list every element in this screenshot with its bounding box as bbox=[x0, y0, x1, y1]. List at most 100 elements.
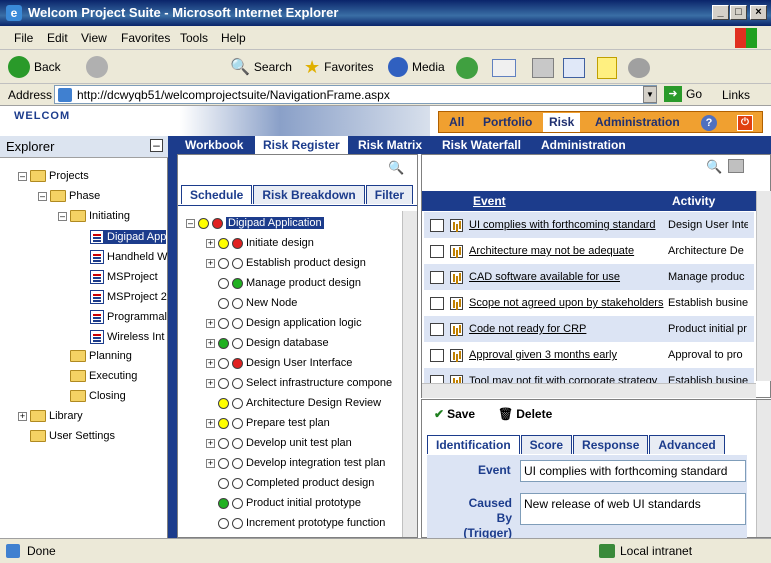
schedule-root[interactable]: – Digipad Application bbox=[186, 213, 324, 233]
edit-icon[interactable] bbox=[563, 58, 585, 78]
go-button[interactable]: ➜ Go bbox=[664, 86, 702, 102]
tree-msproject2[interactable]: MSProject 2 bbox=[90, 290, 167, 304]
tree-wireless[interactable]: Wireless Int bbox=[90, 330, 164, 344]
collapse-button[interactable]: – bbox=[150, 139, 163, 152]
risk-row[interactable]: Scope not agreed upon by stakeholders Est… bbox=[424, 290, 754, 316]
tree-projects[interactable]: – Projects bbox=[18, 170, 89, 182]
menu-help[interactable]: Help bbox=[221, 31, 246, 45]
subnav-workbook[interactable]: Workbook bbox=[185, 138, 243, 152]
menu-favorites[interactable]: Favorites bbox=[121, 31, 170, 45]
history-icon[interactable] bbox=[456, 57, 478, 79]
print-icon[interactable] bbox=[532, 58, 554, 78]
maximize-button[interactable]: □ bbox=[730, 5, 747, 20]
expand-icon[interactable]: + bbox=[206, 418, 215, 428]
tab-score[interactable]: Score bbox=[520, 435, 573, 454]
tree-msproject[interactable]: MSProject bbox=[90, 270, 158, 284]
hierarchy-icon[interactable] bbox=[430, 296, 444, 310]
tree-digipad[interactable]: Digipad App bbox=[90, 230, 167, 244]
tree-phase[interactable]: – Phase bbox=[38, 190, 100, 202]
risk-row[interactable]: Approval given 3 months early Approval to… bbox=[424, 342, 754, 368]
topnav-administration[interactable]: Administration bbox=[595, 115, 680, 129]
col-event[interactable]: Event bbox=[473, 194, 506, 208]
hierarchy-icon[interactable] bbox=[430, 244, 444, 258]
expand-icon[interactable]: + bbox=[206, 258, 215, 268]
tree-planning[interactable]: Planning bbox=[70, 350, 132, 362]
back-button[interactable]: Back bbox=[8, 54, 61, 80]
tree-library[interactable]: + Library bbox=[18, 410, 83, 422]
links-button[interactable]: Links bbox=[722, 88, 750, 102]
find-icon[interactable]: 🔍 bbox=[706, 159, 722, 175]
chart-icon[interactable] bbox=[450, 322, 463, 336]
chart-icon[interactable] bbox=[450, 296, 463, 310]
caused-by-field[interactable]: New release of web UI standards bbox=[520, 493, 746, 525]
subnav-risk-waterfall[interactable]: Risk Waterfall bbox=[442, 138, 521, 152]
messenger-icon[interactable] bbox=[628, 58, 650, 78]
tab-filter[interactable]: Filter bbox=[365, 185, 414, 204]
chart-icon[interactable] bbox=[450, 244, 463, 258]
tab-identification[interactable]: Identification bbox=[427, 435, 520, 454]
schedule-row[interactable]: Increment prototype function bbox=[206, 513, 385, 533]
schedule-row[interactable]: + Develop integration test plan bbox=[206, 453, 385, 473]
notes-icon[interactable] bbox=[597, 57, 617, 79]
expand-icon[interactable]: + bbox=[206, 358, 215, 368]
tree-user-settings[interactable]: User Settings bbox=[30, 430, 115, 442]
expand-icon[interactable]: + bbox=[206, 238, 215, 248]
topnav-portfolio[interactable]: Portfolio bbox=[483, 115, 532, 129]
subnav-risk-matrix[interactable]: Risk Matrix bbox=[358, 138, 422, 152]
delete-button[interactable]: 🗑 Delete bbox=[498, 407, 552, 421]
expand-icon[interactable]: + bbox=[206, 438, 215, 448]
tree-executing[interactable]: Executing bbox=[70, 370, 137, 382]
hierarchy-icon[interactable] bbox=[430, 218, 444, 232]
schedule-row[interactable]: + Prepare test plan bbox=[206, 413, 330, 433]
tab-schedule[interactable]: Schedule bbox=[181, 185, 253, 204]
expand-icon[interactable]: + bbox=[206, 378, 215, 388]
hierarchy-icon[interactable] bbox=[430, 270, 444, 284]
minimize-button[interactable]: _ bbox=[712, 5, 729, 20]
tab-risk-breakdown[interactable]: Risk Breakdown bbox=[253, 185, 365, 204]
hierarchy-icon[interactable] bbox=[430, 348, 444, 362]
menu-edit[interactable]: Edit bbox=[47, 31, 68, 45]
address-dropdown-button[interactable]: ▼ bbox=[643, 86, 657, 103]
col-activity[interactable]: Activity bbox=[672, 194, 715, 208]
schedule-row[interactable]: + Design database bbox=[206, 333, 329, 353]
splitter[interactable] bbox=[168, 136, 177, 538]
menu-tools[interactable]: Tools bbox=[180, 31, 208, 45]
topnav-risk[interactable]: Risk bbox=[543, 113, 581, 132]
risk-row[interactable]: Architecture may not be adequate Architec… bbox=[424, 238, 754, 264]
chart-icon[interactable] bbox=[450, 270, 463, 284]
media-button[interactable]: Media bbox=[388, 54, 445, 80]
schedule-row[interactable]: + Develop unit test plan bbox=[206, 433, 352, 453]
risk-row[interactable]: Code not ready for CRP Product initial pr bbox=[424, 316, 754, 342]
logout-icon[interactable]: ⏻ bbox=[737, 115, 753, 131]
help-icon[interactable]: ? bbox=[701, 115, 717, 131]
tree-handheld[interactable]: Handheld W bbox=[90, 250, 168, 264]
address-input[interactable]: http://dcwyqb51/welcomprojectsuite/Navig… bbox=[54, 85, 657, 104]
print-icon[interactable] bbox=[728, 159, 744, 173]
expand-icon[interactable]: + bbox=[206, 458, 215, 468]
event-field[interactable]: UI complies with forthcoming standard bbox=[520, 460, 746, 482]
detail-scrollbar[interactable] bbox=[756, 400, 771, 537]
schedule-row[interactable]: + Initiate design bbox=[206, 233, 314, 253]
search-button[interactable]: 🔍 Search bbox=[230, 54, 292, 80]
close-button[interactable]: × bbox=[750, 5, 767, 20]
hierarchy-icon[interactable] bbox=[430, 322, 444, 336]
schedule-row[interactable]: Architecture Design Review bbox=[206, 393, 381, 413]
tree-initiating[interactable]: – Initiating bbox=[58, 210, 130, 222]
find-icon[interactable]: 🔍 bbox=[388, 160, 404, 176]
schedule-row[interactable]: + Select infrastructure compone bbox=[206, 373, 392, 393]
menu-file[interactable]: File bbox=[14, 31, 33, 45]
subnav-administration[interactable]: Administration bbox=[541, 138, 626, 152]
menu-view[interactable]: View bbox=[81, 31, 107, 45]
schedule-row[interactable]: New Node bbox=[206, 293, 297, 313]
schedule-row[interactable]: + Establish product design bbox=[206, 253, 366, 273]
topnav-all[interactable]: All bbox=[449, 115, 464, 129]
subnav-risk-register[interactable]: Risk Register bbox=[255, 136, 348, 154]
tree-closing[interactable]: Closing bbox=[70, 390, 126, 402]
mail-icon[interactable] bbox=[492, 59, 516, 77]
schedule-scrollbar[interactable] bbox=[402, 211, 417, 537]
save-button[interactable]: ✔ Save bbox=[434, 407, 475, 421]
risk-vscroll[interactable] bbox=[756, 191, 771, 381]
chart-icon[interactable] bbox=[450, 348, 463, 362]
schedule-row[interactable]: Completed product design bbox=[206, 473, 374, 493]
risk-hscroll[interactable] bbox=[422, 383, 756, 398]
